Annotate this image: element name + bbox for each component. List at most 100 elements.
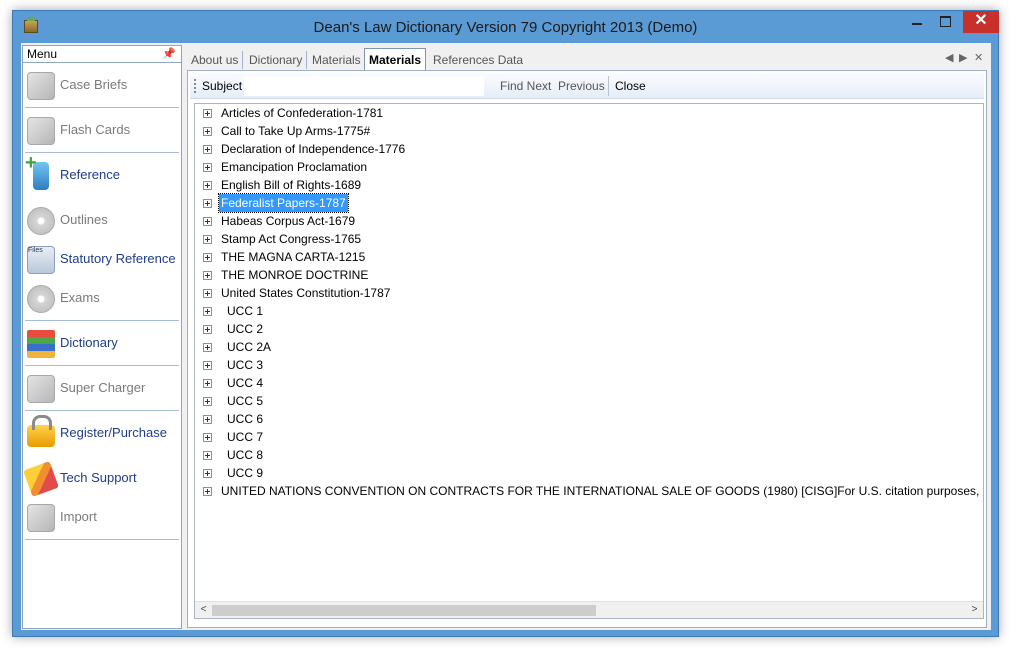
expand-plus-icon[interactable] (203, 145, 212, 154)
tab-references-data[interactable]: References Data (429, 51, 527, 69)
tree-node-label: UCC 6 (227, 412, 264, 426)
reference-icon (25, 152, 49, 190)
files-icon: Files (27, 246, 55, 274)
sidebar-item-super-charger[interactable]: Super Charger (23, 366, 181, 411)
previous-button[interactable]: Previous (558, 79, 605, 93)
sidebar-item-label: Case Briefs (60, 77, 128, 92)
tab-close-icon[interactable]: ✕ (974, 51, 983, 64)
expand-plus-icon[interactable] (203, 289, 212, 298)
menu-header: Menu 📌 (23, 46, 181, 63)
sidebar-item-flash-cards[interactable]: Flash Cards (23, 108, 181, 153)
tab-dictionary[interactable]: Dictionary (245, 51, 308, 69)
expand-plus-icon[interactable] (203, 325, 212, 334)
super-charger-icon (27, 375, 55, 403)
sidebar-item-register-purchase[interactable]: Register/Purchase (23, 411, 181, 456)
tree-node-label: Stamp Act Congress-1765 (221, 232, 362, 246)
scroll-right-icon[interactable]: > (966, 602, 983, 618)
expand-plus-icon[interactable] (203, 199, 212, 208)
tree-node-label: THE MAGNA CARTA-1215 (221, 250, 366, 264)
tab-prev-arrow-icon[interactable]: ◀ (945, 51, 953, 64)
title-bar[interactable]: Dean's Law Dictionary Version 79 Copyrig… (13, 11, 999, 43)
tree-node-label: UCC 4 (227, 376, 264, 390)
app-window: Dean's Law Dictionary Version 79 Copyrig… (12, 10, 999, 637)
books-icon (27, 330, 55, 358)
expand-plus-icon[interactable] (203, 433, 212, 442)
pencil-icon (23, 461, 59, 497)
sidebar-item-import[interactable]: Import (23, 495, 181, 540)
tree-node-label: Habeas Corpus Act-1679 (221, 214, 356, 228)
expand-plus-icon[interactable] (203, 235, 212, 244)
lock-icon (27, 415, 55, 447)
scroll-left-icon[interactable]: < (195, 602, 212, 618)
expand-plus-icon[interactable] (203, 487, 212, 496)
menu-header-label: Menu (27, 47, 58, 61)
tab-about-us[interactable]: About us (187, 51, 244, 69)
sidebar-item-tech-support[interactable]: Tech Support (23, 456, 181, 497)
pin-icon[interactable]: 📌 (162, 46, 176, 62)
outlines-disc-icon (27, 207, 55, 235)
expand-plus-icon[interactable] (203, 109, 212, 118)
expand-plus-icon[interactable] (203, 217, 212, 226)
tree-node-label: UCC 8 (227, 448, 264, 462)
tree-node-label: English Bill of Rights-1689 (221, 178, 362, 192)
find-next-button[interactable]: Find Next (500, 79, 551, 93)
scroll-thumb[interactable] (212, 605, 596, 616)
tree-node-label: UNITED NATIONS CONVENTION ON CONTRACTS F… (221, 484, 984, 498)
minimize-button[interactable] (903, 11, 931, 33)
sidebar-item-case-briefs[interactable]: Case Briefs (23, 63, 181, 108)
expand-plus-icon[interactable] (203, 379, 212, 388)
sidebar-item-exams[interactable]: Exams (23, 276, 181, 321)
tree-node-label: UCC 2 (227, 322, 264, 336)
tab-materials-active[interactable]: Materials (364, 48, 427, 70)
materials-panel: Subject Find Next Previous Close Article… (187, 70, 987, 628)
close-search-button[interactable]: Close (615, 79, 646, 93)
expand-plus-icon[interactable] (203, 415, 212, 424)
sidebar-item-label: Flash Cards (60, 122, 131, 137)
sidebar-item-statutory-reference[interactable]: Files Statutory Reference (23, 237, 181, 276)
tree-node-label: UCC 7 (227, 430, 264, 444)
sidebar-item-reference[interactable]: Reference (23, 152, 181, 198)
expand-plus-icon[interactable] (203, 127, 212, 136)
expand-plus-icon[interactable] (203, 307, 212, 316)
materials-tree[interactable]: Articles of Confederation-1781 Call to Ta… (194, 103, 984, 619)
sidebar-item-label: Register/Purchase (60, 425, 167, 440)
sidebar-item-dictionary[interactable]: Dictionary (23, 321, 181, 366)
maximize-button[interactable] (931, 11, 959, 33)
subject-input[interactable] (244, 76, 484, 96)
tree-node-label: United States Constitution-1787 (221, 286, 391, 300)
sidebar-item-label: Statutory Reference (60, 251, 176, 266)
expand-plus-icon[interactable] (203, 253, 212, 262)
search-toolbar: Subject Find Next Previous Close (190, 73, 984, 99)
expand-plus-icon[interactable] (203, 343, 212, 352)
expand-plus-icon[interactable] (203, 181, 212, 190)
sidebar-item-outlines[interactable]: Outlines (23, 198, 181, 237)
expand-plus-icon[interactable] (203, 451, 212, 460)
tree-node-label: Declaration of Independence-1776 (221, 142, 406, 156)
expand-plus-icon[interactable] (203, 271, 212, 280)
tree-node-label: UCC 3 (227, 358, 264, 372)
import-icon (27, 504, 55, 532)
sidebar-item-label: Tech Support (60, 470, 137, 485)
expand-plus-icon[interactable] (203, 163, 212, 172)
tree-node-label: THE MONROE DOCTRINE (221, 268, 369, 282)
sidebar-item-label: Exams (60, 290, 100, 305)
expand-plus-icon[interactable] (203, 361, 212, 370)
close-window-button[interactable]: ✕ (963, 11, 999, 33)
tab-materials[interactable]: Materials (308, 51, 366, 69)
tab-next-arrow-icon[interactable]: ▶ (959, 51, 967, 64)
tree-node-label: Articles of Confederation-1781 (221, 106, 384, 120)
subject-label: Subject (202, 79, 243, 93)
sidebar-menu: Menu 📌 Case Briefs Flash Cards Reference… (22, 45, 182, 629)
sidebar-item-label: Outlines (60, 212, 108, 227)
expand-plus-icon[interactable] (203, 397, 212, 406)
tab-strip: About us Dictionary Materials Materials … (187, 48, 991, 70)
expand-plus-icon[interactable] (203, 469, 212, 478)
exams-icon (27, 285, 55, 313)
toolbar-separator (608, 76, 609, 96)
tree-node-label: Emancipation Proclamation (221, 160, 368, 174)
toolbar-grip-icon[interactable] (194, 79, 196, 93)
tree-node-label: Call to Take Up Arms-1775# (221, 124, 371, 138)
window-title: Dean's Law Dictionary Version 79 Copyrig… (313, 19, 698, 36)
client-area: Menu 📌 Case Briefs Flash Cards Reference… (21, 43, 991, 630)
horizontal-scrollbar[interactable]: < > (195, 601, 983, 618)
